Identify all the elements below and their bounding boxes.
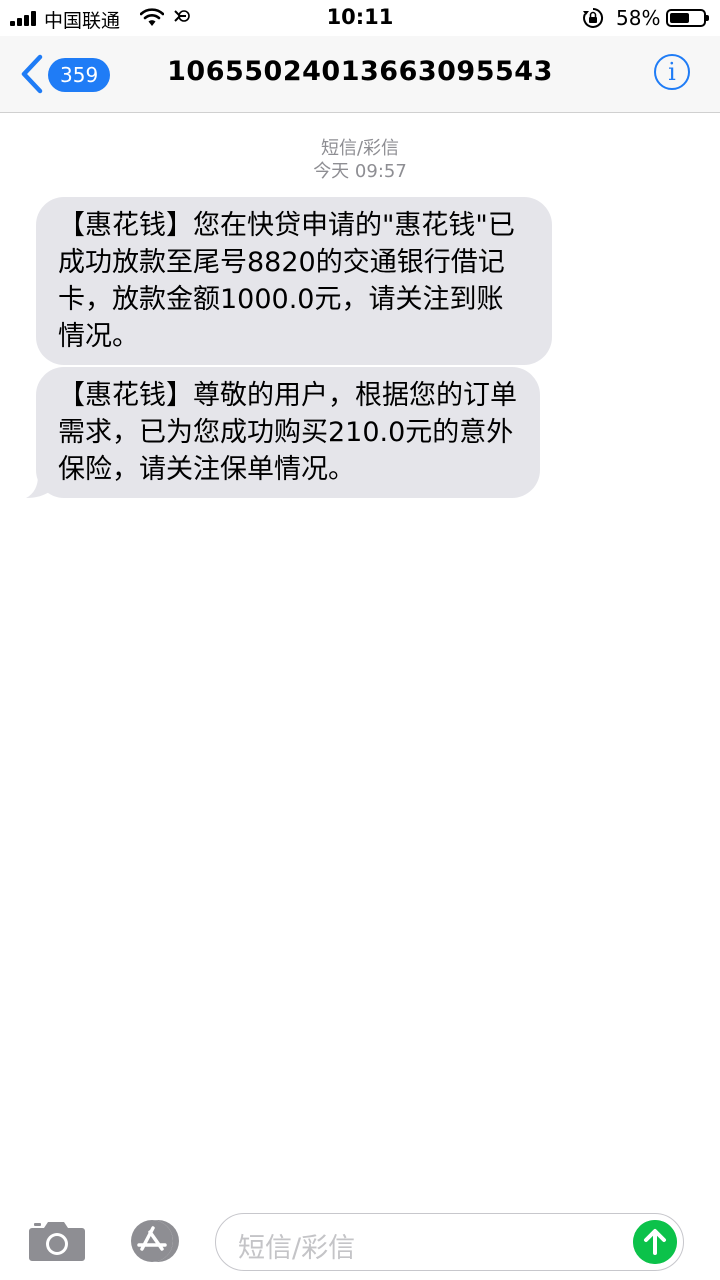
camera-icon[interactable] [28, 1218, 86, 1262]
rotation-lock-icon [583, 7, 604, 28]
message-bubble[interactable]: 【惠花钱】尊敬的用户，根据您的订单需求，已为您成功购买210.0元的意外保险，请… [36, 367, 540, 498]
app-store-icon[interactable] [122, 1219, 182, 1263]
navigation-bar: 359 10655024013663095543 i [0, 36, 720, 113]
message-bubble[interactable]: 【惠花钱】您在快贷申请的"惠花钱"已成功放款至尾号8820的交通银行借记卡，放款… [36, 197, 552, 365]
bubble-tail [26, 476, 52, 498]
send-arrow-icon[interactable] [633, 1220, 677, 1264]
battery-percent: 58% [616, 6, 661, 30]
contact-title: 10655024013663095543 [167, 56, 553, 87]
battery-icon [666, 9, 709, 27]
message-input[interactable]: 短信/彩信 [215, 1213, 684, 1271]
message-input-placeholder: 短信/彩信 [238, 1233, 356, 1264]
info-icon[interactable]: i [654, 54, 690, 90]
status-bar: 中国联通 10:11 58% [0, 0, 720, 36]
clock: 10:11 [326, 5, 394, 29]
message-timestamp: 今天 09:57 [313, 161, 407, 182]
